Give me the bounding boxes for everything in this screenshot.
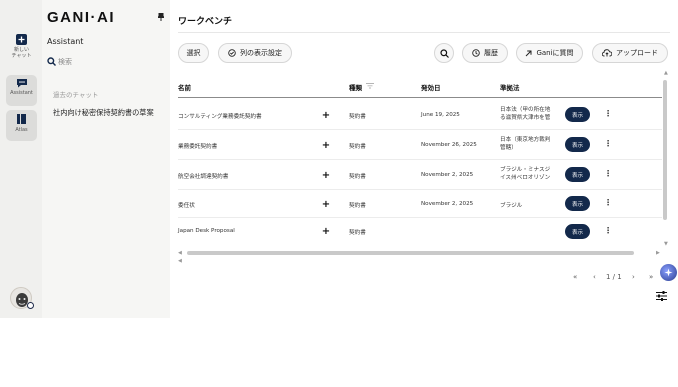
show-button[interactable]: 表示 bbox=[565, 196, 590, 211]
cell-name[interactable]: 業務委託契約書 bbox=[178, 142, 217, 150]
cell-type: 契約書 bbox=[349, 203, 366, 209]
cell-name[interactable]: 委任状 bbox=[178, 201, 195, 209]
table-row[interactable]: Japan Desk Proposal + 契約書 表示 ⋮ bbox=[178, 218, 662, 246]
select-button[interactable]: 選択 bbox=[178, 43, 209, 63]
history-label: 履歴 bbox=[484, 49, 498, 57]
page-title: ワークベンチ bbox=[178, 17, 233, 27]
vertical-scrollbar[interactable] bbox=[663, 80, 667, 220]
left-rail: 新しい チャット Assistant Atlas bbox=[0, 0, 42, 318]
rail-item-atlas[interactable]: Atlas bbox=[6, 110, 37, 141]
sparkle-icon bbox=[664, 268, 673, 277]
main-content: ワークベンチ 選択 列の表示設定 履歴 Ganiに質問 アップロード 名前 種類… bbox=[170, 0, 678, 387]
new-chat-label: 新しい チャット bbox=[11, 47, 32, 59]
header-name[interactable]: 名前 bbox=[178, 82, 191, 92]
rail-item-assistant[interactable]: Assistant bbox=[6, 75, 37, 106]
app-logo: GANI·AI bbox=[47, 9, 115, 26]
cell-date: November 2, 2025 bbox=[421, 172, 474, 178]
add-icon[interactable]: + bbox=[321, 140, 331, 151]
settings-badge-icon[interactable] bbox=[27, 302, 34, 309]
past-chats-heading: 過去のチャット bbox=[53, 91, 99, 99]
show-button[interactable]: 表示 bbox=[565, 167, 590, 182]
header-type[interactable]: 種類 bbox=[349, 82, 362, 92]
column-settings-label: 列の表示設定 bbox=[240, 49, 282, 57]
search-input[interactable] bbox=[58, 57, 138, 66]
add-icon[interactable]: + bbox=[321, 170, 331, 181]
cell-date: November 2, 2025 bbox=[421, 201, 474, 207]
divider bbox=[178, 32, 670, 33]
cell-type: 契約書 bbox=[349, 174, 366, 180]
last-page-button[interactable]: » bbox=[649, 273, 653, 281]
cell-name[interactable]: コンサルティング業務委託契約書 bbox=[178, 112, 262, 120]
next-page-button[interactable]: › bbox=[632, 273, 635, 281]
table-row[interactable]: コンサルティング業務委託契約書 + 契約書 June 19, 2025 日本法（… bbox=[178, 100, 662, 130]
table-row[interactable]: 委任状 + 契約書 November 2, 2025 ブラジル 表示 ⋮ bbox=[178, 190, 662, 218]
select-label: 選択 bbox=[186, 49, 201, 57]
add-icon[interactable]: + bbox=[321, 110, 331, 121]
table-row[interactable]: 業務委託契約書 + 契約書 November 26, 2025 日本（東京地方裁… bbox=[178, 130, 662, 160]
scroll-left-arrow-2[interactable]: ◀ bbox=[178, 258, 182, 264]
rail-atlas-label: Atlas bbox=[15, 127, 28, 133]
add-icon[interactable]: + bbox=[321, 199, 331, 210]
new-chat-icon bbox=[16, 34, 27, 45]
app-root: 新しい チャット Assistant Atlas GANI·AI Assista… bbox=[0, 0, 678, 387]
cell-law: 日本法（甲の所在地 る滋賀県大津市を管 bbox=[500, 107, 551, 121]
scroll-up-arrow[interactable]: ▲ bbox=[664, 70, 668, 76]
cell-type: 契約書 bbox=[349, 230, 366, 236]
cell-type: 契約書 bbox=[349, 144, 366, 150]
upload-button[interactable]: アップロード bbox=[592, 43, 668, 63]
header-effective-date[interactable]: 発効日 bbox=[421, 82, 441, 92]
cell-date: June 19, 2025 bbox=[421, 112, 460, 118]
first-page-button[interactable]: « bbox=[573, 273, 577, 281]
column-settings-button[interactable]: 列の表示設定 bbox=[218, 43, 292, 63]
horizontal-scrollbar[interactable] bbox=[187, 251, 634, 255]
more-options-icon[interactable]: ⋮ bbox=[604, 139, 612, 148]
scroll-right-arrow[interactable]: ▶ bbox=[656, 250, 660, 256]
filter-icon[interactable] bbox=[366, 83, 374, 89]
history-button[interactable]: 履歴 bbox=[462, 43, 508, 63]
assistant-title: Assistant bbox=[47, 37, 84, 46]
scroll-down-arrow[interactable]: ▼ bbox=[664, 241, 668, 247]
more-options-icon[interactable]: ⋮ bbox=[604, 226, 612, 235]
upload-label: アップロード bbox=[616, 49, 658, 57]
show-button[interactable]: 表示 bbox=[565, 107, 590, 122]
search-icon bbox=[47, 57, 56, 66]
prev-page-button[interactable]: ‹ bbox=[593, 273, 596, 281]
cell-type: 契約書 bbox=[349, 114, 366, 120]
clock-icon bbox=[472, 49, 480, 57]
ask-gani-label: Ganiに質問 bbox=[536, 49, 574, 57]
show-button[interactable]: 表示 bbox=[565, 137, 590, 152]
check-circle-icon bbox=[228, 49, 236, 57]
cloud-upload-icon bbox=[602, 49, 612, 57]
table-search-button[interactable] bbox=[434, 43, 454, 63]
table-row[interactable]: 航空会社調達契約書 + 契約書 November 2, 2025 ブラジル・ミナ… bbox=[178, 160, 662, 190]
book-icon bbox=[17, 114, 26, 124]
adjust-settings-icon[interactable] bbox=[656, 291, 667, 301]
cell-law: ブラジル・ミナスジ イス州ベロオリゾン bbox=[500, 167, 551, 181]
chat-item[interactable]: 社内向け秘密保持契約書の草案 bbox=[53, 108, 154, 118]
cell-law: ブラジル bbox=[500, 203, 523, 209]
cell-law: 日本（東京地方裁判 管轄） bbox=[500, 137, 551, 151]
more-options-icon[interactable]: ⋮ bbox=[604, 169, 612, 178]
side-panel: GANI·AI Assistant 過去のチャット 社内向け秘密保持契約書の草案 bbox=[10, 0, 170, 318]
pin-icon[interactable] bbox=[158, 13, 164, 21]
new-chat-button[interactable]: 新しい チャット bbox=[6, 31, 37, 62]
rail-assistant-label: Assistant bbox=[10, 90, 33, 96]
show-button[interactable]: 表示 bbox=[565, 224, 590, 239]
arrow-up-right-icon bbox=[526, 50, 532, 56]
cell-date: November 26, 2025 bbox=[421, 142, 477, 148]
cell-name[interactable]: 航空会社調達契約書 bbox=[178, 172, 228, 180]
ai-assistant-button[interactable] bbox=[660, 264, 677, 281]
ask-gani-button[interactable]: Ganiに質問 bbox=[516, 43, 583, 63]
scroll-left-arrow[interactable]: ◀ bbox=[178, 250, 182, 256]
search-icon bbox=[439, 48, 449, 58]
header-governing-law[interactable]: 準拠法 bbox=[500, 82, 520, 92]
more-options-icon[interactable]: ⋮ bbox=[604, 109, 612, 118]
cell-name[interactable]: Japan Desk Proposal bbox=[178, 228, 235, 234]
more-options-icon[interactable]: ⋮ bbox=[604, 198, 612, 207]
chat-bubble-icon bbox=[16, 79, 27, 88]
add-icon[interactable]: + bbox=[321, 226, 331, 237]
page-info: 1 / 1 bbox=[606, 273, 622, 281]
table-header: 名前 種類 発効日 準拠法 bbox=[178, 76, 662, 98]
search-bar[interactable] bbox=[47, 57, 138, 66]
